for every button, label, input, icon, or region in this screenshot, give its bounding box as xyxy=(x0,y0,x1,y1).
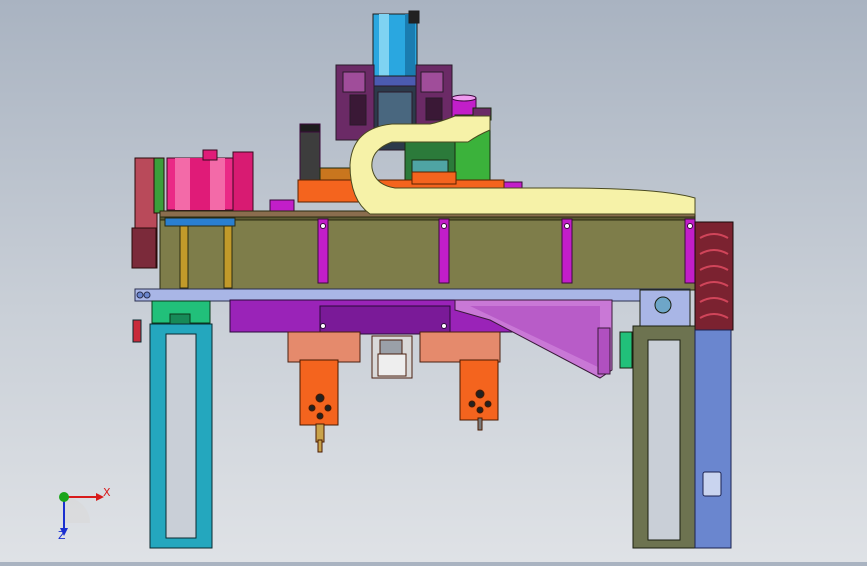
linear-rail[interactable] xyxy=(134,288,691,302)
right-leg[interactable] xyxy=(619,289,696,549)
assembly-drawing xyxy=(59,10,734,549)
triad-z-label: Z xyxy=(58,529,66,542)
left-leg[interactable] xyxy=(132,319,213,549)
triad-x-label: X xyxy=(103,486,111,499)
right-end-cap[interactable] xyxy=(694,221,734,331)
right-column[interactable] xyxy=(694,329,732,549)
tool-head-left[interactable] xyxy=(299,359,339,453)
left-end-plate[interactable] xyxy=(131,157,165,269)
cable-chain[interactable] xyxy=(349,115,696,215)
left-bearing-block[interactable] xyxy=(151,300,211,327)
cad-viewport[interactable]: X Z xyxy=(0,0,867,562)
left-motor[interactable] xyxy=(166,149,254,213)
tool-head-right[interactable] xyxy=(459,359,499,431)
top-servo-motor[interactable] xyxy=(371,10,420,87)
triad-y-axis xyxy=(59,492,69,502)
main-beam[interactable] xyxy=(159,210,696,291)
